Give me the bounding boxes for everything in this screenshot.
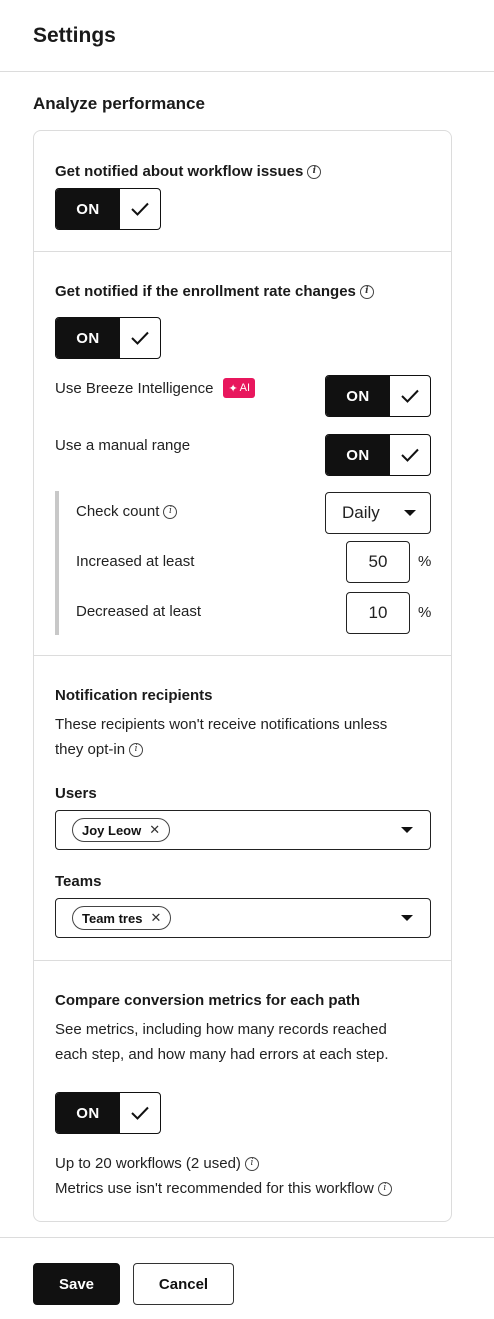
range-indent-bar bbox=[55, 491, 59, 635]
team-chip: Team tres ✕ bbox=[72, 906, 172, 930]
workflow-issues-toggle[interactable]: ON bbox=[55, 188, 161, 230]
conversion-title: Compare conversion metrics for each path bbox=[55, 992, 361, 1009]
recipients-description: These recipients won't receive notificat… bbox=[55, 716, 388, 758]
cancel-button[interactable]: Cancel bbox=[133, 1263, 234, 1305]
teams-label: Teams bbox=[55, 873, 102, 890]
info-icon[interactable]: i bbox=[377, 1181, 392, 1196]
toggle-on-label: ON bbox=[326, 435, 390, 475]
ai-badge: ✦ AI bbox=[223, 378, 256, 398]
section-title: Analyze performance bbox=[33, 94, 205, 113]
caret-down-icon bbox=[401, 915, 413, 921]
caret-down-icon bbox=[404, 510, 416, 516]
check-icon bbox=[120, 189, 160, 229]
settings-header: Settings bbox=[0, 0, 494, 72]
metrics-warning: Metrics use isn't recommended for this w… bbox=[55, 1180, 392, 1197]
check-icon bbox=[120, 1093, 160, 1133]
check-icon bbox=[390, 376, 430, 416]
remove-icon[interactable]: ✕ bbox=[150, 910, 161, 926]
info-icon[interactable]: i bbox=[359, 284, 374, 299]
manual-range-toggle[interactable]: ON bbox=[325, 434, 431, 476]
teams-select[interactable]: Team tres ✕ bbox=[55, 898, 431, 938]
breeze-intelligence-label: Use Breeze Intelligence ✦ AI bbox=[55, 378, 256, 398]
check-icon bbox=[120, 318, 160, 358]
increased-input[interactable] bbox=[346, 541, 410, 583]
info-icon[interactable]: i bbox=[163, 504, 178, 519]
decreased-input[interactable] bbox=[346, 592, 410, 634]
workflow-usage: Up to 20 workflows (2 used) i bbox=[55, 1155, 259, 1172]
check-count-select[interactable]: Daily bbox=[325, 492, 431, 534]
toggle-on-label: ON bbox=[56, 318, 120, 358]
enrollment-rate-label: Get notified if the enrollment rate chan… bbox=[55, 283, 374, 300]
decreased-unit: % bbox=[418, 604, 432, 621]
conversion-metrics-toggle[interactable]: ON bbox=[55, 1092, 161, 1134]
page-title: Settings bbox=[33, 24, 116, 47]
info-icon[interactable]: i bbox=[307, 164, 322, 179]
user-chip: Joy Leow ✕ bbox=[72, 818, 171, 842]
users-label: Users bbox=[55, 785, 97, 802]
remove-icon[interactable]: ✕ bbox=[149, 822, 160, 838]
settings-card: Get notified about workflow issues i ON … bbox=[33, 130, 452, 1222]
conversion-description: See metrics, including how many records … bbox=[55, 1021, 389, 1063]
increased-label: Increased at least bbox=[76, 553, 195, 570]
save-button[interactable]: Save bbox=[33, 1263, 120, 1305]
sparkle-icon: ✦ bbox=[228, 382, 238, 395]
toggle-on-label: ON bbox=[56, 1093, 120, 1133]
footer-divider bbox=[0, 1237, 494, 1238]
info-icon[interactable]: i bbox=[244, 1156, 259, 1171]
manual-range-label: Use a manual range bbox=[55, 437, 191, 454]
divider bbox=[34, 251, 451, 252]
divider bbox=[34, 960, 451, 961]
increased-unit: % bbox=[418, 553, 432, 570]
check-icon bbox=[390, 435, 430, 475]
breeze-intelligence-toggle[interactable]: ON bbox=[325, 375, 431, 417]
toggle-on-label: ON bbox=[326, 376, 390, 416]
divider bbox=[34, 655, 451, 656]
caret-down-icon bbox=[401, 827, 413, 833]
decreased-label: Decreased at least bbox=[76, 603, 202, 620]
workflow-issues-label: Get notified about workflow issues i bbox=[55, 163, 322, 180]
recipients-title: Notification recipients bbox=[55, 687, 213, 704]
users-select[interactable]: Joy Leow ✕ bbox=[55, 810, 431, 850]
info-icon[interactable]: i bbox=[129, 742, 144, 757]
check-count-label: Check count i bbox=[76, 503, 178, 520]
toggle-on-label: ON bbox=[56, 189, 120, 229]
enrollment-rate-toggle[interactable]: ON bbox=[55, 317, 161, 359]
